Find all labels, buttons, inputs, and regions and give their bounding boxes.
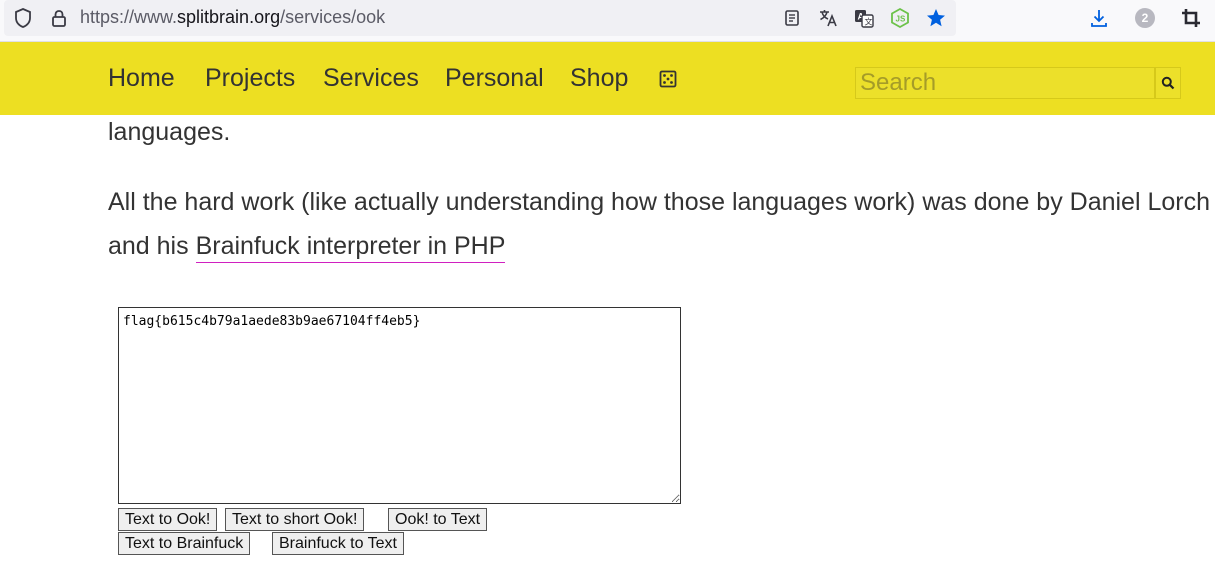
text-to-ook-button[interactable]: Text to Ook! [118, 508, 218, 531]
paragraph-line-2-prefix: and his [108, 232, 196, 260]
address-bar[interactable]: https://www.splitbrain.org/services/ook … [4, 0, 956, 36]
extensions-badge[interactable]: 2 [1132, 5, 1158, 31]
page-translate-icon[interactable]: A文 [852, 6, 876, 30]
text-to-short-ook-button[interactable]: Text to short Ook! [225, 508, 365, 531]
search-button[interactable] [1155, 67, 1181, 99]
search-icon [1161, 76, 1175, 90]
tracking-protection-shield-icon[interactable] [12, 7, 34, 29]
dice-icon[interactable] [659, 70, 677, 88]
brainfuck-interpreter-link[interactable]: Brainfuck interpreter in PHP [195, 232, 506, 263]
brainfuck-to-text-button[interactable]: Brainfuck to Text [272, 532, 404, 555]
browser-toolbar: https://www.splitbrain.org/services/ook … [0, 0, 1215, 42]
reader-view-icon[interactable] [780, 6, 804, 30]
lock-icon[interactable] [48, 7, 70, 29]
ook-text-area[interactable]: flag{b615c4b79a1aede83b9ae67104ff4eb5} [118, 307, 681, 504]
paragraph-line-1: All the hard work (like actually underst… [108, 188, 1211, 216]
svg-text:文: 文 [865, 17, 873, 27]
bookmark-star-icon[interactable] [924, 6, 948, 30]
download-icon[interactable] [1086, 5, 1112, 31]
nodejs-extension-icon[interactable]: JS [888, 6, 912, 30]
url-host: splitbrain.org [177, 7, 281, 27]
address-bar-actions: A文 JS [780, 6, 948, 30]
paragraph-line-2: and his Brainfuck interpreter in PHP [108, 232, 506, 263]
url-path: /services/ook [280, 7, 386, 27]
notification-count-badge: 2 [1135, 8, 1155, 28]
nav-item-home[interactable]: Home [108, 64, 175, 93]
nav-item-shop[interactable]: Shop [570, 64, 628, 93]
nav-item-personal[interactable]: Personal [445, 64, 544, 93]
search-input[interactable] [855, 67, 1155, 99]
paragraph-partial-line: languages. [108, 118, 231, 146]
url-scheme: https://www. [80, 7, 178, 27]
translate-icon[interactable] [816, 6, 840, 30]
nav-item-services[interactable]: Services [323, 64, 419, 93]
browser-toolbar-right: 2 [1086, 5, 1204, 31]
ook-to-text-button[interactable]: Ook! to Text [388, 508, 488, 531]
site-navigation: Home Projects Services Personal Shop [0, 42, 1215, 115]
text-to-brainfuck-button[interactable]: Text to Brainfuck [118, 532, 251, 555]
crop-screenshot-icon[interactable] [1178, 5, 1204, 31]
svg-text:JS: JS [896, 15, 906, 24]
url-text[interactable]: https://www.splitbrain.org/services/ook [80, 7, 385, 28]
nav-item-projects[interactable]: Projects [205, 64, 295, 93]
